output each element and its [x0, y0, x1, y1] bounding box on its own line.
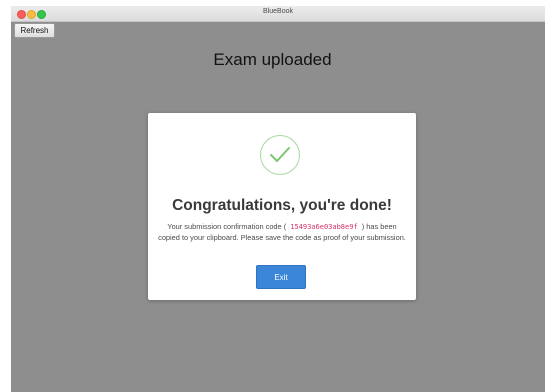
checkmark-circle-icon — [260, 135, 300, 175]
refresh-button[interactable]: Refresh — [14, 23, 55, 38]
dialog-title: Congratulations, you're done! — [172, 197, 392, 214]
confirmation-dialog: Congratulations, you're done! Your submi… — [148, 113, 416, 300]
exit-button[interactable]: Exit — [256, 265, 306, 289]
message-text-before-code: Your submission confirmation code ( — [167, 222, 287, 231]
window-title: BlueBook — [263, 8, 293, 15]
confirmation-code: 15493a6e03ab8e9f — [290, 223, 358, 231]
title-bar: BlueBook — [11, 6, 545, 22]
page-title: Exam uploaded — [213, 50, 332, 69]
confirmation-message: Your submission confirmation code ( 1549… — [158, 222, 406, 243]
